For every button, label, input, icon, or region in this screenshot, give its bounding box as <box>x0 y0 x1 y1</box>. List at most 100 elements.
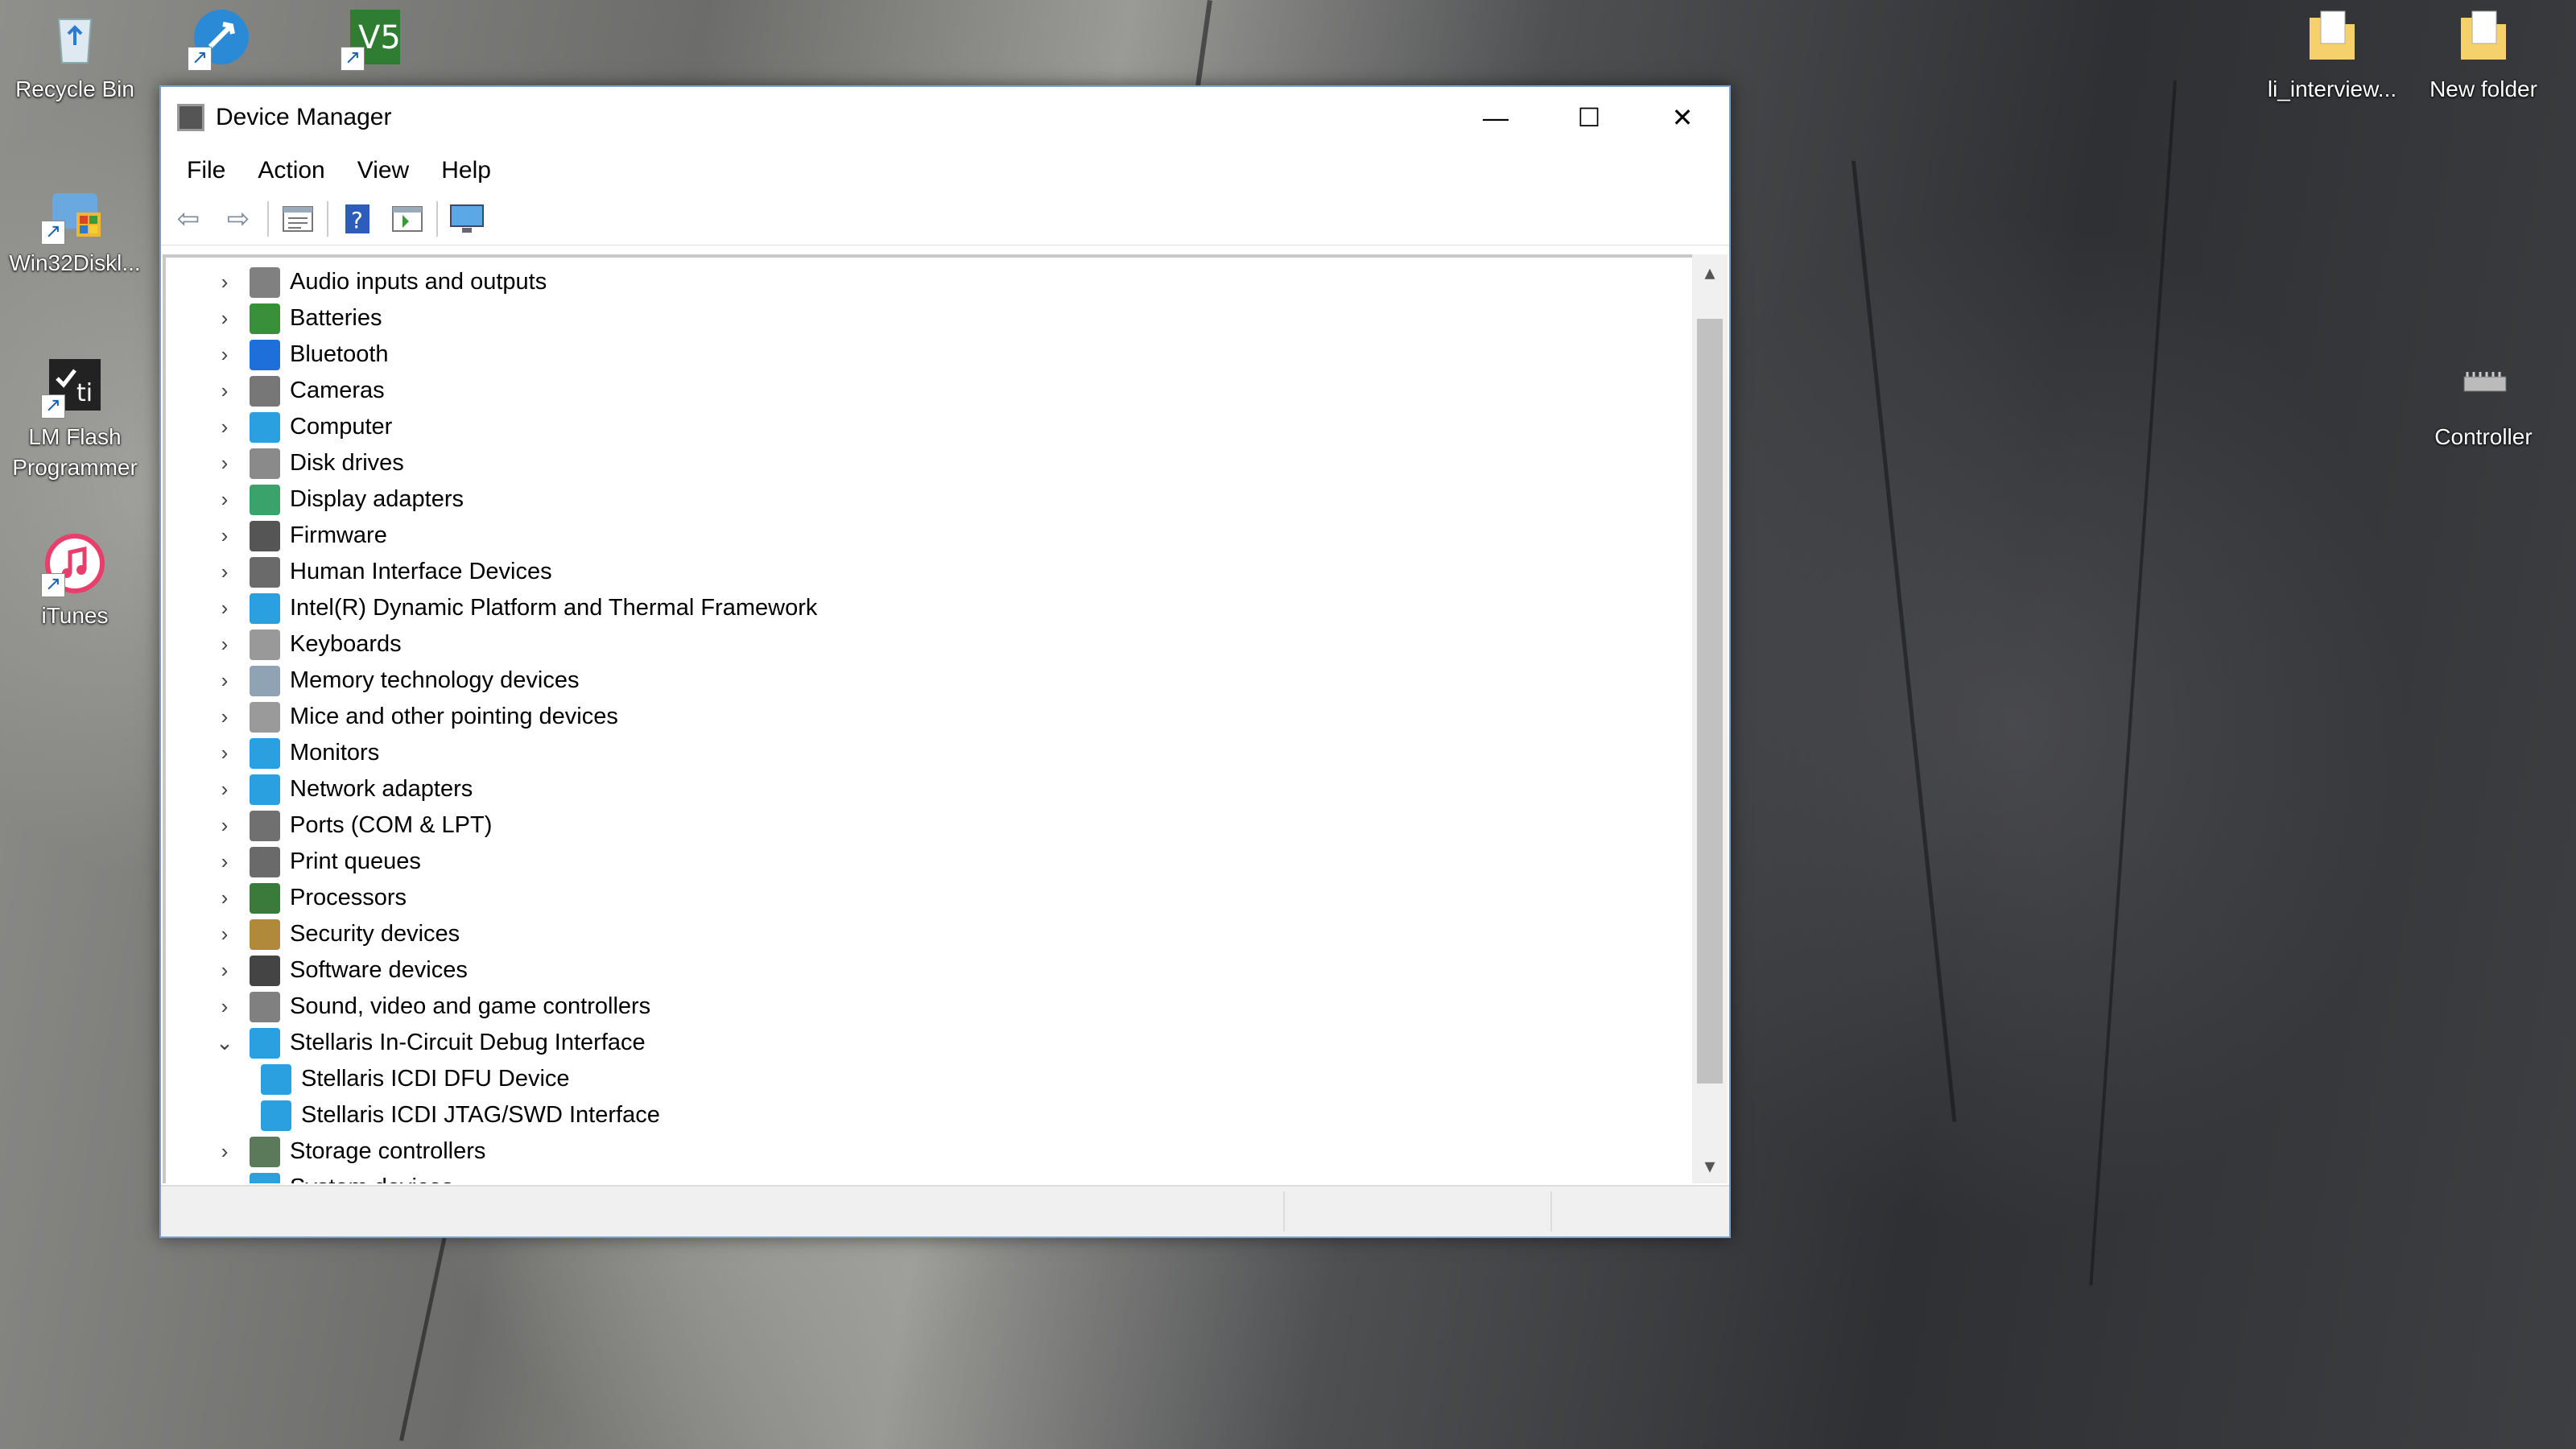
tree-category[interactable]: › Print queues <box>211 844 421 880</box>
tree-category[interactable]: › Storage controllers <box>211 1133 485 1170</box>
desktop-icon-recycle-bin[interactable]: Recycle Bin <box>0 6 151 105</box>
chevron-right-icon[interactable]: › <box>211 922 238 947</box>
scroll-thumb[interactable] <box>1697 319 1723 1084</box>
shortcut-arrow-icon <box>341 46 365 71</box>
chevron-right-icon[interactable]: › <box>211 958 238 983</box>
view-icon[interactable] <box>386 198 428 240</box>
chevron-right-icon[interactable]: › <box>211 1139 238 1164</box>
maximize-button[interactable]: ☐ <box>1542 87 1636 148</box>
desktop-icon-shortcut-green[interactable]: V5 <box>298 6 451 74</box>
chevron-right-icon[interactable]: › <box>211 378 238 403</box>
tree-category[interactable]: › Mice and other pointing devices <box>211 699 618 735</box>
close-button[interactable]: ✕ <box>1636 87 1729 148</box>
chevron-right-icon[interactable]: › <box>211 596 238 621</box>
folder-icon <box>2453 6 2514 68</box>
chevron-right-icon[interactable]: › <box>211 813 238 838</box>
desktop-icon-label: Win32Diskl... <box>9 250 141 275</box>
memory-icon <box>250 665 280 696</box>
properties-icon[interactable] <box>277 198 319 240</box>
chevron-right-icon[interactable]: › <box>211 849 238 874</box>
menu-file[interactable]: File <box>171 157 242 184</box>
desktop-icon-shortcut-blue[interactable] <box>145 6 298 74</box>
chevron-right-icon[interactable]: › <box>211 451 238 476</box>
chevron-right-icon[interactable]: › <box>211 886 238 910</box>
disk-imager-icon <box>41 180 105 245</box>
chevron-right-icon[interactable]: › <box>211 415 238 440</box>
tree-category[interactable]: › Batteries <box>211 300 382 336</box>
tree-category[interactable]: › System devices <box>211 1170 453 1183</box>
tree-category[interactable]: › Intel(R) Dynamic Platform and Thermal F… <box>211 590 817 626</box>
chevron-right-icon[interactable]: › <box>211 632 238 657</box>
tree-device[interactable]: Stellaris ICDI DFU Device <box>250 1061 570 1097</box>
tree-device[interactable]: Stellaris ICDI JTAG/SWD Interface <box>250 1097 660 1133</box>
chevron-right-icon[interactable]: › <box>211 777 238 802</box>
tree-category[interactable]: › Display adapters <box>211 481 464 518</box>
chevron-right-icon[interactable]: › <box>211 342 238 367</box>
desktop-icon-lm-flash-programmer[interactable]: ti LM Flash Programmer <box>0 354 151 483</box>
tree-category[interactable]: › Keyboards <box>211 626 402 663</box>
shortcut-arrow-icon <box>188 46 212 71</box>
desktop-icon-new-folder[interactable]: New folder <box>2407 6 2560 105</box>
chevron-right-icon[interactable]: › <box>211 668 238 693</box>
forward-arrow-icon[interactable]: ⇨ <box>217 198 259 240</box>
status-divider <box>1550 1191 1552 1232</box>
desktop-icon-controller[interactable]: Controller <box>2407 354 2560 452</box>
desktop-icon-label: iTunes <box>41 603 109 628</box>
tree-category[interactable]: › Cameras <box>211 373 385 409</box>
tree-category[interactable]: › Human Interface Devices <box>211 554 552 590</box>
chevron-down-icon[interactable]: ⌄ <box>211 1030 238 1055</box>
tree-category[interactable]: › Software devices <box>211 952 468 989</box>
tree-category[interactable]: › Audio inputs and outputs <box>211 264 547 300</box>
tree-category[interactable]: › Firmware <box>211 518 387 554</box>
tree-label: Bluetooth <box>290 341 389 367</box>
desktop-icon-win32diskimager[interactable]: Win32Diskl... <box>0 180 151 279</box>
menu-help[interactable]: Help <box>425 157 507 184</box>
tree-category[interactable]: › Sound, video and game controllers <box>211 989 650 1025</box>
monitor-icon[interactable] <box>446 198 488 240</box>
desktop-icon-label: LM Flash Programmer <box>12 424 138 480</box>
network-icon <box>261 1100 291 1131</box>
device-manager-window[interactable]: Device Manager — ☐ ✕ File Action View He… <box>159 85 1731 1238</box>
chevron-right-icon[interactable]: › <box>211 523 238 548</box>
tree-category[interactable]: › Computer <box>211 409 392 445</box>
chevron-right-icon[interactable]: › <box>211 994 238 1019</box>
tree-label: Stellaris ICDI JTAG/SWD Interface <box>301 1102 660 1128</box>
device-tree[interactable]: › Audio inputs and outputs › Batteries › Blue… <box>163 254 1694 1183</box>
minimize-button[interactable]: — <box>1449 87 1542 148</box>
desktop-icon-li-interview[interactable]: li_interview... <box>2256 6 2409 105</box>
tree-category[interactable]: › Disk drives <box>211 445 404 481</box>
chevron-right-icon[interactable]: › <box>211 1175 238 1183</box>
scroll-up-arrow-icon[interactable]: ▴ <box>1692 254 1728 290</box>
menu-bar: File Action View Help <box>161 148 1729 193</box>
tree-category[interactable]: › Network adapters <box>211 771 473 807</box>
chevron-right-icon[interactable]: › <box>211 741 238 766</box>
svg-text:ti: ti <box>76 379 93 407</box>
tree-category[interactable]: › Monitors <box>211 735 379 771</box>
menu-view[interactable]: View <box>341 157 425 184</box>
shortcut-arrow-icon <box>41 220 65 245</box>
tree-category[interactable]: ⌄ Stellaris In-Circuit Debug Interface <box>211 1025 646 1061</box>
tree-category[interactable]: › Processors <box>211 880 407 916</box>
back-arrow-icon[interactable]: ⇦ <box>167 198 209 240</box>
help-icon[interactable]: ? <box>336 198 378 240</box>
chevron-right-icon[interactable]: › <box>211 559 238 584</box>
scroll-down-arrow-icon[interactable]: ▾ <box>1692 1148 1728 1183</box>
desktop-icon-itunes[interactable]: iTunes <box>0 533 151 631</box>
tree-label: Stellaris In-Circuit Debug Interface <box>290 1030 646 1055</box>
chevron-right-icon[interactable]: › <box>211 704 238 729</box>
title-bar[interactable]: Device Manager — ☐ ✕ <box>161 87 1729 148</box>
vertical-scrollbar[interactable]: ▴ ▾ <box>1692 254 1728 1183</box>
processor-icon <box>250 882 280 914</box>
tree-category[interactable]: › Security devices <box>211 916 460 952</box>
chevron-right-icon[interactable]: › <box>211 270 238 295</box>
chevron-right-icon[interactable]: › <box>211 487 238 512</box>
status-divider <box>1283 1191 1285 1232</box>
chevron-right-icon[interactable]: › <box>211 306 238 331</box>
battery-icon <box>250 303 280 334</box>
menu-action[interactable]: Action <box>242 157 341 184</box>
tree-category[interactable]: › Ports (COM & LPT) <box>211 807 492 844</box>
tree-category[interactable]: › Bluetooth <box>211 336 389 373</box>
desktop-icon-label: Recycle Bin <box>15 76 134 101</box>
tree-category[interactable]: › Memory technology devices <box>211 663 579 699</box>
shortcut-arrow-icon <box>41 394 65 419</box>
